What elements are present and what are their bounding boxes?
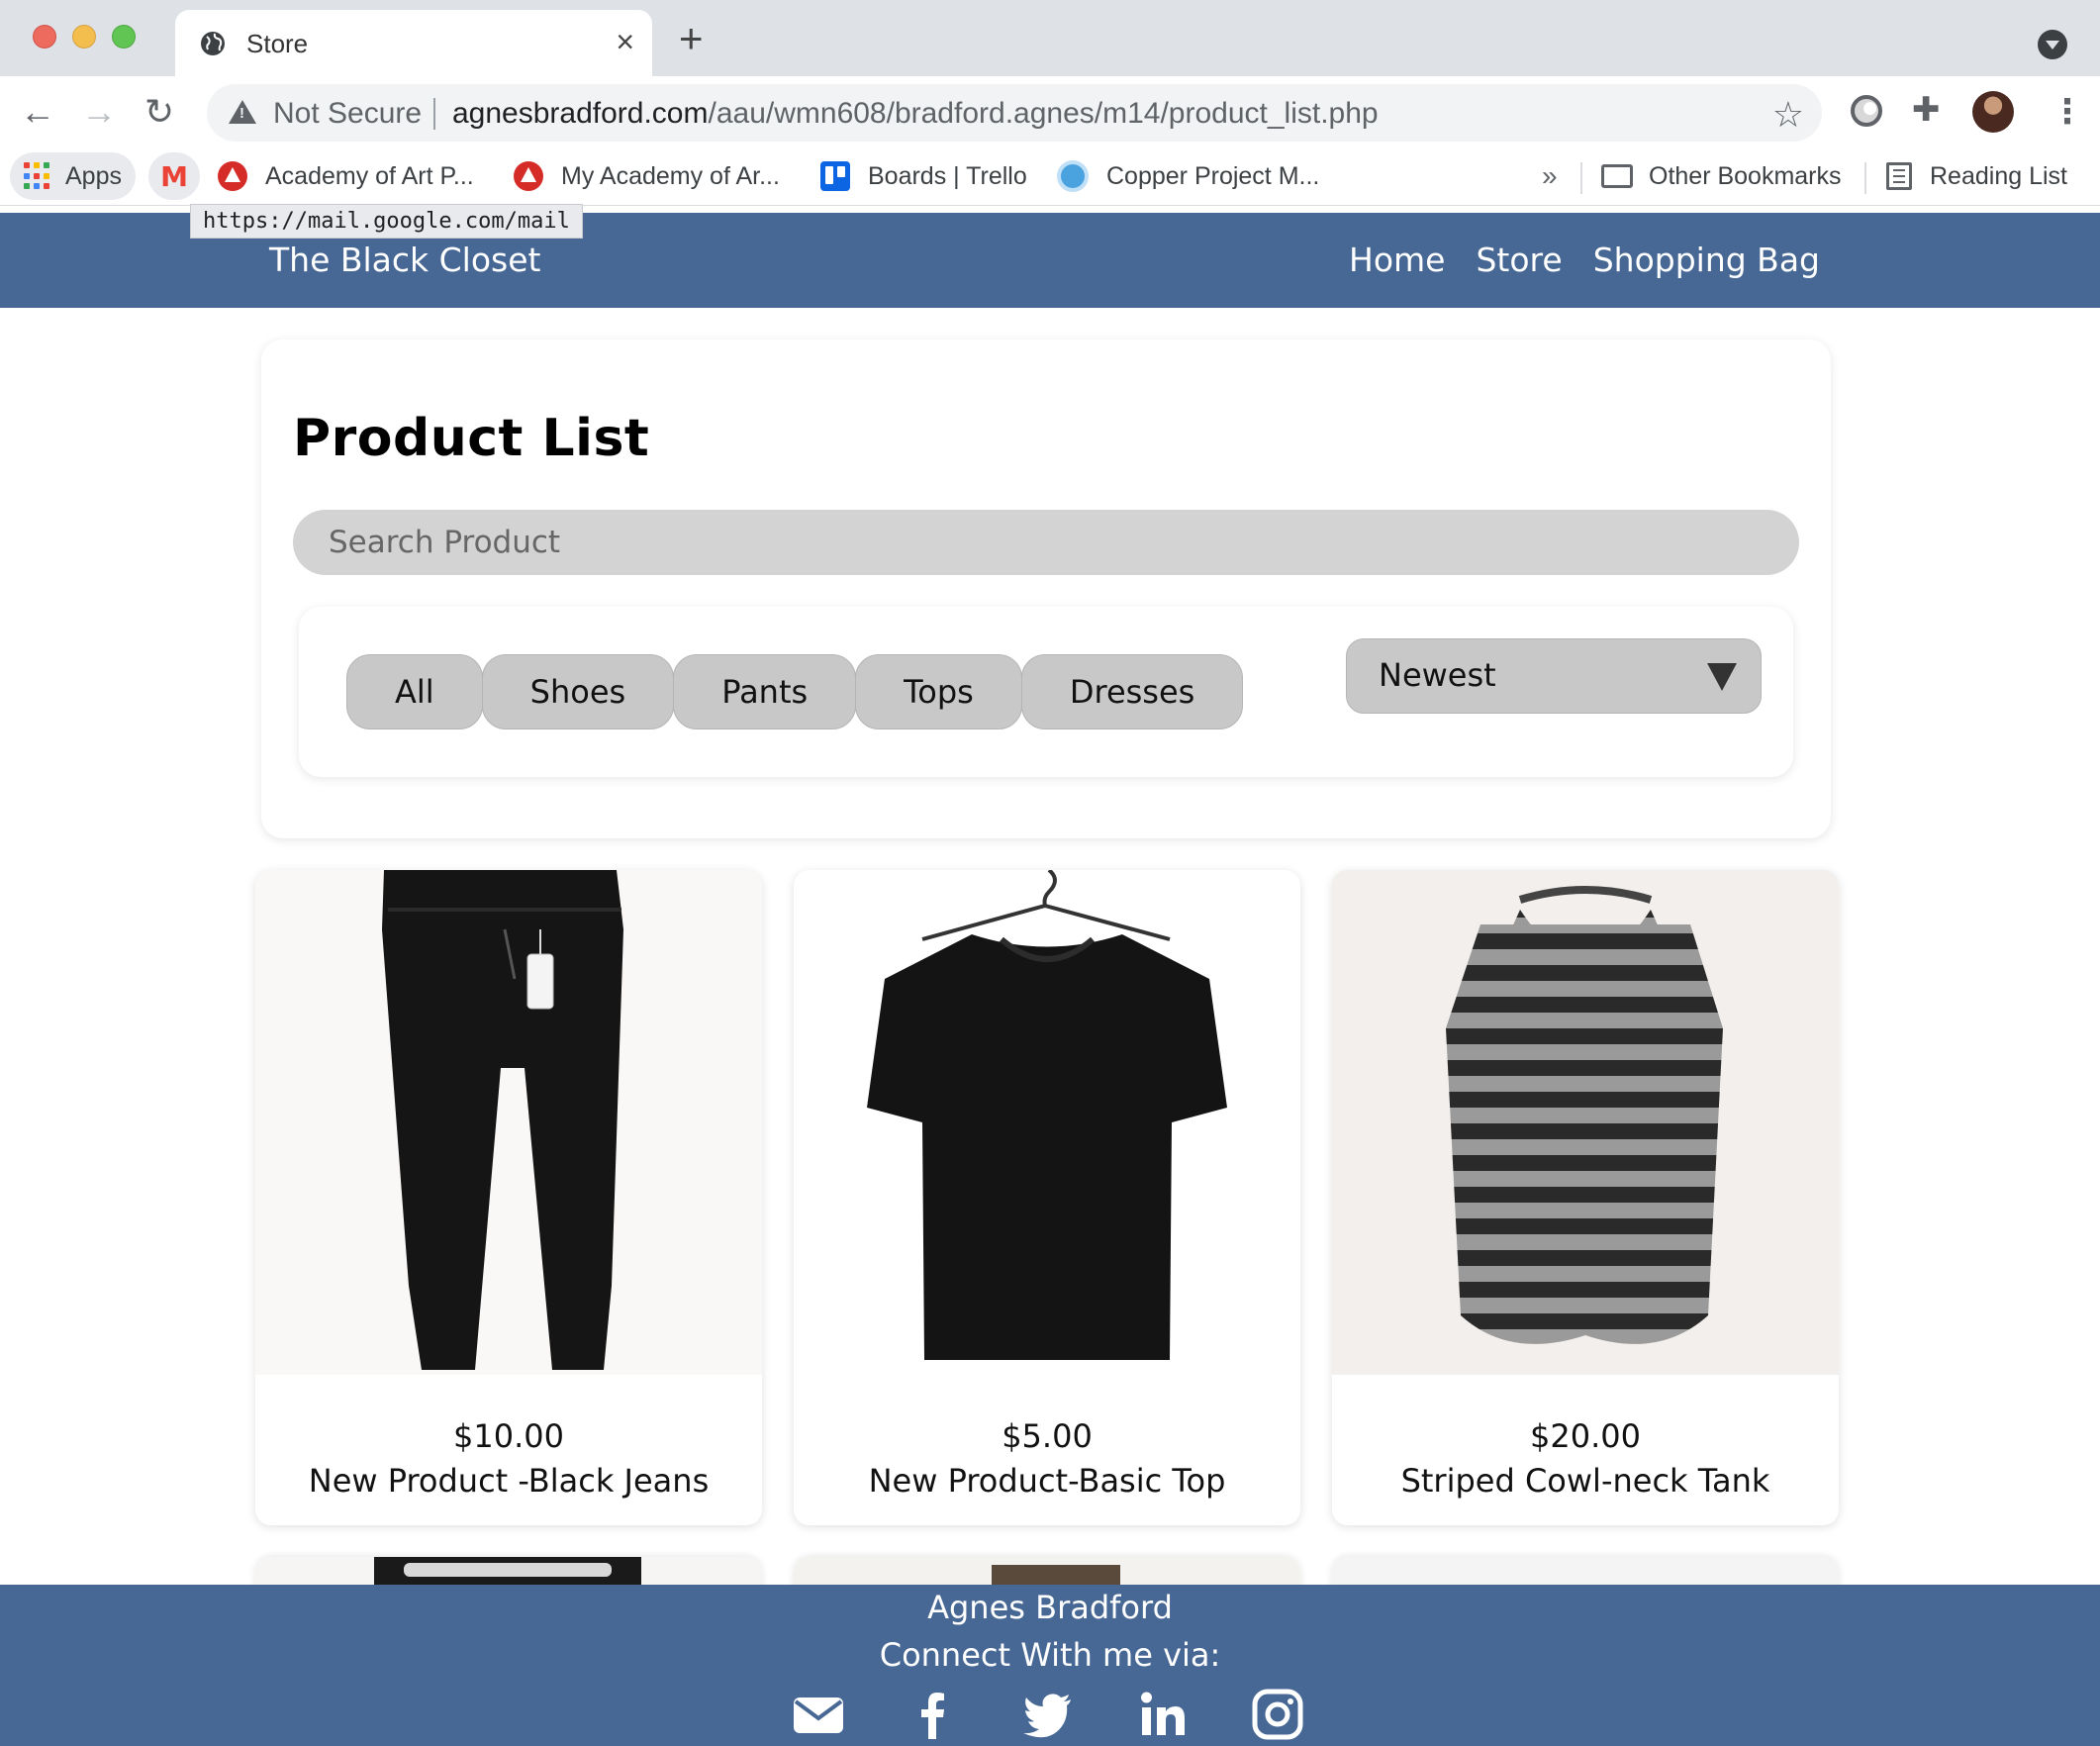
- omnibox-divider: [433, 98, 435, 130]
- bookmark-star-icon[interactable]: ☆: [1772, 94, 1804, 136]
- facebook-icon[interactable]: [907, 1688, 960, 1741]
- instagram-icon[interactable]: [1251, 1688, 1304, 1741]
- back-arrow-icon[interactable]: ←: [20, 94, 55, 130]
- bookmark-apps[interactable]: Apps: [10, 152, 136, 200]
- bookmarks-divider: [1864, 162, 1866, 194]
- browser-tab[interactable]: Store ×: [175, 10, 652, 76]
- bookmarks-divider: [1580, 162, 1582, 194]
- product-price: $5.00: [1002, 1417, 1093, 1455]
- product-card-partial[interactable]: [255, 1557, 762, 1585]
- page-title: Product List: [293, 409, 650, 468]
- site-brand[interactable]: The Black Closet: [269, 241, 540, 279]
- url-path: /aau/wmn608/bradford.agnes/m14/product_l…: [708, 97, 1379, 130]
- bookmark-gmail[interactable]: M: [148, 152, 200, 200]
- filter-card: All Shoes Pants Tops Dresses Newest: [299, 607, 1793, 777]
- window-close-button[interactable]: [33, 25, 56, 48]
- category-dresses-button[interactable]: Dresses: [1020, 654, 1244, 729]
- address-bar[interactable]: Not Secure agnesbradford.com/aau/wmn608/…: [207, 84, 1822, 142]
- nav-shopping-bag[interactable]: Shopping Bag: [1593, 241, 1820, 279]
- product-card-partial[interactable]: [1332, 1557, 1839, 1585]
- bookmark-label: Other Bookmarks: [1649, 161, 1842, 190]
- tab-search-icon[interactable]: [2038, 30, 2067, 59]
- trello-icon: [820, 161, 850, 191]
- product-image-black-jeans: [255, 870, 762, 1375]
- footer-connect-text: Connect With me via:: [879, 1636, 1221, 1674]
- nav-store[interactable]: Store: [1476, 241, 1562, 279]
- product-name[interactable]: New Product-Basic Top: [794, 1462, 1300, 1500]
- product-image-black-tshirt: [794, 870, 1300, 1375]
- reading-list-label: Reading List: [1930, 161, 2067, 190]
- product-list-panel: Product List All Shoes Pants Tops Dresse…: [261, 340, 1831, 838]
- bookmark-copper[interactable]: Copper Project M...: [1057, 152, 1319, 200]
- folder-icon: [1601, 164, 1633, 188]
- product-price: $20.00: [1530, 1417, 1641, 1455]
- new-tab-button[interactable]: +: [679, 18, 704, 59]
- tab-close-icon[interactable]: ×: [616, 24, 634, 59]
- sort-select[interactable]: Newest: [1346, 638, 1762, 714]
- envelope-icon[interactable]: [792, 1688, 845, 1741]
- linkedin-icon[interactable]: [1136, 1688, 1190, 1741]
- reading-list-button[interactable]: Reading List: [1886, 152, 2067, 200]
- category-shoes-button[interactable]: Shoes: [481, 654, 675, 729]
- footer-author: Agnes Bradford: [927, 1589, 1173, 1626]
- product-price: $10.00: [453, 1417, 564, 1455]
- product-card[interactable]: $10.00 New Product -Black Jeans: [255, 870, 762, 1525]
- product-image-striped-tank: [1332, 870, 1839, 1375]
- caret-down-icon: [1707, 663, 1737, 691]
- apps-grid-icon: [24, 162, 51, 190]
- globe-icon: [201, 32, 225, 55]
- link-tooltip: https://mail.google.com/mail: [190, 204, 583, 239]
- reload-icon[interactable]: ↻: [144, 94, 174, 130]
- social-links: [792, 1688, 1304, 1741]
- page-content: Product List All Shoes Pants Tops Dresse…: [0, 308, 2100, 1585]
- browser-tabstrip: Store × +: [0, 0, 2100, 76]
- product-card[interactable]: $20.00 Striped Cowl-neck Tank: [1332, 870, 1839, 1525]
- category-tops-button[interactable]: Tops: [855, 654, 1022, 729]
- url-text[interactable]: agnesbradford.com/aau/wmn608/bradford.ag…: [452, 97, 1379, 131]
- bookmark-trello[interactable]: Boards | Trello: [820, 152, 1027, 200]
- academy-logo-icon: [514, 161, 543, 191]
- reading-list-icon: [1886, 162, 1912, 190]
- product-name[interactable]: Striped Cowl-neck Tank: [1332, 1462, 1839, 1500]
- extension-icon[interactable]: [1851, 95, 1882, 127]
- bookmark-label: My Academy of Ar...: [561, 161, 780, 190]
- tab-title: Store: [246, 29, 309, 58]
- academy-logo-icon: [218, 161, 247, 191]
- bookmark-other[interactable]: Other Bookmarks: [1601, 152, 1842, 200]
- bookmarks-bar: Apps M Academy of Art P... My Academy of…: [0, 148, 2100, 206]
- category-filter: All Shoes Pants Tops Dresses: [346, 654, 1244, 729]
- profile-avatar[interactable]: [1972, 91, 2014, 133]
- product-card-partial[interactable]: [794, 1557, 1300, 1585]
- sort-selected-value: Newest: [1379, 656, 1496, 694]
- bookmark-label: Boards | Trello: [868, 161, 1027, 190]
- window-zoom-button[interactable]: [112, 25, 136, 48]
- bookmark-apps-label: Apps: [65, 161, 122, 190]
- window-minimize-button[interactable]: [72, 25, 96, 48]
- browser-toolbar: ← → ↻ Not Secure agnesbradford.com/aau/w…: [0, 76, 2100, 148]
- warning-icon: [229, 100, 256, 124]
- twitter-icon[interactable]: [1021, 1688, 1075, 1741]
- menu-kebab-icon[interactable]: ⋮: [2051, 92, 2084, 132]
- bookmark-my-academy[interactable]: My Academy of Ar...: [514, 152, 780, 200]
- copper-icon: [1057, 160, 1089, 192]
- nav-home[interactable]: Home: [1349, 241, 1445, 279]
- security-label[interactable]: Not Secure: [273, 97, 422, 131]
- search-input[interactable]: [293, 510, 1799, 575]
- category-pants-button[interactable]: Pants: [673, 654, 857, 729]
- site-footer: Agnes Bradford Connect With me via:: [0, 1585, 2100, 1746]
- bookmark-label: Academy of Art P...: [265, 161, 474, 190]
- puzzle-icon[interactable]: ✚: [1912, 90, 1941, 130]
- forward-arrow-icon[interactable]: →: [81, 94, 117, 130]
- product-name[interactable]: New Product -Black Jeans: [255, 1462, 762, 1500]
- bookmark-label: Copper Project M...: [1106, 161, 1320, 190]
- bookmark-academy-portal[interactable]: Academy of Art P...: [218, 152, 474, 200]
- site-nav: Home Store Shopping Bag: [1349, 241, 1820, 279]
- url-domain: agnesbradford.com: [452, 97, 709, 130]
- bookmarks-overflow-button[interactable]: »: [1542, 152, 1558, 200]
- product-card[interactable]: $5.00 New Product-Basic Top: [794, 870, 1300, 1525]
- category-all-button[interactable]: All: [346, 654, 483, 729]
- gmail-icon: M: [160, 159, 188, 193]
